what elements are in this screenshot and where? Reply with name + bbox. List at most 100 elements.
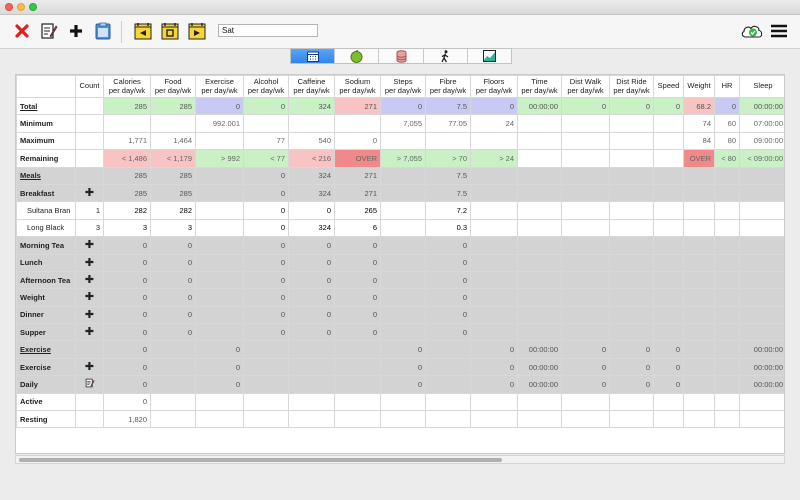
grid-cell[interactable] [470,183,518,203]
grid-cell[interactable] [609,305,654,325]
column-header-3[interactable]: Food per day/wk [150,75,196,98]
grid-cell[interactable]: 0 [288,253,335,272]
grid-cell[interactable] [683,392,715,412]
grid-cell[interactable]: 7.5 [425,96,471,116]
grid-cell[interactable] [288,410,335,429]
grid-cell[interactable] [714,288,740,307]
row-count-cell[interactable] [75,375,104,394]
grid-cell[interactable] [380,323,426,342]
grid-cell[interactable] [683,236,715,255]
grid-cell[interactable]: 992.001 [195,114,244,133]
grid-cell[interactable]: 0 [243,253,289,272]
grid-cell[interactable] [425,375,471,394]
table-row[interactable]: Dinner ✚ 0 0 0 0 0 0 [16,305,784,325]
grid-cell[interactable]: 0 [288,323,335,342]
grid-cell[interactable]: 60 [714,114,740,133]
grid-cell[interactable] [195,131,244,151]
grid-cell[interactable]: 0 [195,357,244,377]
column-header-13[interactable]: Dist Ride per day/wk [609,75,654,98]
delete-button[interactable] [12,21,32,41]
previous-day-button[interactable] [133,21,153,41]
add-icon[interactable]: ✚ [85,327,94,338]
grid-cell[interactable]: > 992 [195,149,244,168]
table-row[interactable]: Lunch ✚ 0 0 0 0 0 0 [16,253,784,272]
grid-cell[interactable] [739,236,784,255]
grid-cell[interactable]: 0 [103,253,151,272]
grid-cell[interactable] [195,236,244,255]
grid-cell[interactable] [195,305,244,325]
grid-cell[interactable]: 0 [653,357,684,377]
grid-cell[interactable]: 282 [103,201,151,220]
grid-cell[interactable] [739,183,784,203]
grid-cell[interactable]: 3 [103,218,151,238]
grid-cell[interactable] [517,131,562,151]
grid-cell[interactable] [714,183,740,203]
grid-cell[interactable]: 0 [195,340,244,359]
grid-cell[interactable] [243,410,289,429]
grid-cell[interactable] [517,166,562,185]
grid-cell[interactable]: 0 [195,375,244,394]
row-count-cell[interactable]: ✚ [75,305,104,325]
grid-cell[interactable] [425,410,471,429]
grid-cell[interactable] [653,410,684,429]
grid-cell[interactable]: 0 [334,288,381,307]
grid-cell[interactable] [653,149,684,168]
grid-cell[interactable] [739,305,784,325]
grid-cell[interactable] [653,392,684,412]
grid-cell[interactable]: > 24 [470,149,518,168]
grid-cell[interactable]: 0 [425,270,471,290]
grid-cell[interactable]: 0 [103,392,151,412]
grid-cell[interactable] [714,340,740,359]
tab-chart[interactable] [468,49,511,63]
grid-cell[interactable]: 0 [561,340,610,359]
grid-cell[interactable]: 7.2 [425,201,471,220]
grid-cell[interactable]: 285 [103,96,151,116]
grid-cell[interactable] [561,183,610,203]
grid-cell[interactable]: 0 [609,375,654,394]
grid-cell[interactable]: 0 [243,270,289,290]
grid-cell[interactable] [380,236,426,255]
grid-cell[interactable]: 285 [150,183,196,203]
grid-cell[interactable] [609,114,654,133]
grid-cell[interactable] [425,131,471,151]
grid-cell[interactable] [714,357,740,377]
row-count-cell[interactable] [75,131,104,151]
grid-cell[interactable] [653,131,684,151]
table-row[interactable]: Afternoon Tea ✚ 0 0 0 0 0 0 [16,270,784,290]
column-header-10[interactable]: Floors per day/wk [470,75,518,98]
column-header-8[interactable]: Steps per day/wk [380,75,426,98]
grid-cell[interactable] [609,270,654,290]
table-row[interactable]: Long Black 3 3 3 0 324 6 0.3 [16,218,784,238]
grid-cell[interactable] [288,340,335,359]
grid-cell[interactable]: 0 [425,236,471,255]
edit-button[interactable] [39,21,59,41]
grid-cell[interactable] [653,270,684,290]
table-row[interactable]: Sultana Bran 1 282 282 0 0 265 7.2 [16,201,784,220]
grid-cell[interactable] [195,183,244,203]
grid-cell[interactable] [739,270,784,290]
row-count-cell[interactable] [75,410,104,429]
row-count-cell[interactable]: ✚ [75,236,104,255]
grid-cell[interactable] [195,201,244,220]
grid-cell[interactable] [739,288,784,307]
grid-cell[interactable]: 0 [425,288,471,307]
row-count-cell[interactable] [75,114,104,133]
row-count-cell[interactable]: ✚ [75,288,104,307]
grid-cell[interactable] [561,201,610,220]
grid-cell[interactable]: 0 [334,236,381,255]
column-header-15[interactable]: Weight [683,75,715,98]
horizontal-scrollbar-thumb[interactable] [19,458,502,462]
zoom-window-button[interactable] [29,3,37,11]
grid-cell[interactable] [653,183,684,203]
table-row[interactable]: Daily 0 0 0 0 00:00:00 0 0 0 00:00:00 [16,375,784,394]
grid-cell[interactable] [334,410,381,429]
grid-cell[interactable]: 540 [288,131,335,151]
grid-cell[interactable] [561,253,610,272]
add-icon[interactable]: ✚ [85,309,94,320]
grid-cell[interactable] [517,201,562,220]
grid-cell[interactable]: 0 [470,375,518,394]
grid-cell[interactable]: 0 [150,253,196,272]
grid-cell[interactable]: 0 [561,375,610,394]
grid-cell[interactable] [609,288,654,307]
minimize-window-button[interactable] [17,3,25,11]
